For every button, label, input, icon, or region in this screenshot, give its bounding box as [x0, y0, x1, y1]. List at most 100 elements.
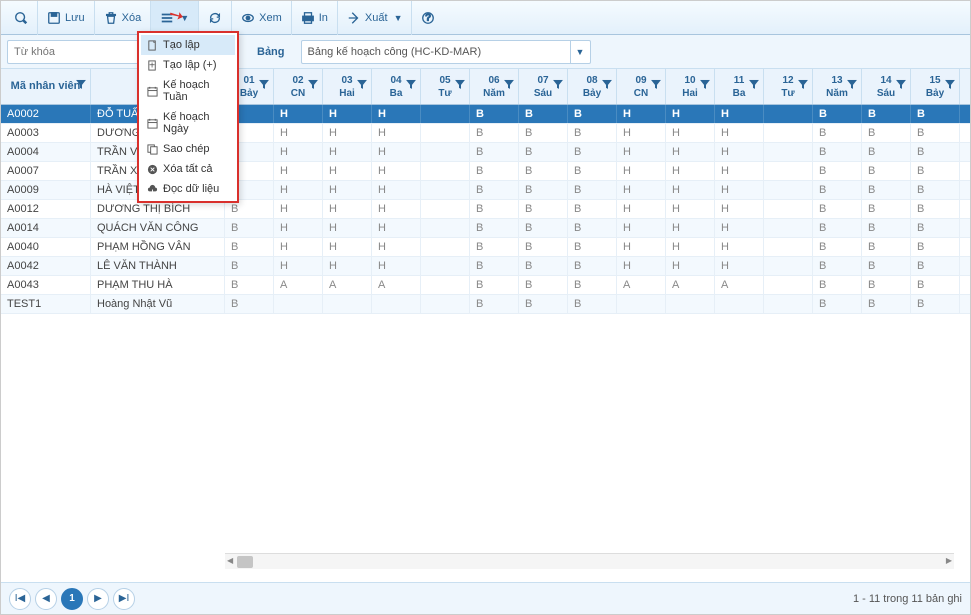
- cell-day[interactable]: B: [862, 200, 911, 218]
- cell-day[interactable]: H: [617, 200, 666, 218]
- cell-day[interactable]: B: [911, 276, 960, 294]
- cell-day[interactable]: [764, 162, 813, 180]
- cell-day[interactable]: B: [862, 219, 911, 237]
- cell-day[interactable]: B: [519, 238, 568, 256]
- horizontal-scrollbar[interactable]: [225, 553, 954, 569]
- export-button[interactable]: Xuất▼: [338, 1, 413, 35]
- cell-day[interactable]: [421, 295, 470, 313]
- cell-day[interactable]: B: [225, 238, 274, 256]
- cell-day[interactable]: H: [617, 105, 666, 123]
- cell-day[interactable]: A: [666, 276, 715, 294]
- menu-item-0[interactable]: Tạo lập: [141, 35, 235, 55]
- cell-day[interactable]: H: [666, 219, 715, 237]
- cell-day[interactable]: B: [568, 181, 617, 199]
- cell-day[interactable]: H: [274, 124, 323, 142]
- header-day-03[interactable]: 03Hai: [323, 69, 372, 104]
- cell-day[interactable]: B: [568, 238, 617, 256]
- cell-day[interactable]: H: [323, 257, 372, 275]
- header-day-05[interactable]: 05Tư: [421, 69, 470, 104]
- cell-day[interactable]: H: [372, 162, 421, 180]
- header-day-10[interactable]: 10Hai: [666, 69, 715, 104]
- cell-day[interactable]: [715, 295, 764, 313]
- cell-day[interactable]: H: [715, 200, 764, 218]
- cell-day[interactable]: H: [372, 124, 421, 142]
- cell-day[interactable]: H: [372, 238, 421, 256]
- cell-day[interactable]: [421, 162, 470, 180]
- cell-day[interactable]: H: [715, 238, 764, 256]
- filter-icon[interactable]: [308, 79, 318, 93]
- cell-day[interactable]: H: [666, 181, 715, 199]
- cell-day[interactable]: H: [323, 143, 372, 161]
- cell-day[interactable]: H: [372, 257, 421, 275]
- cell-day[interactable]: B: [225, 276, 274, 294]
- cell-day[interactable]: B: [568, 105, 617, 123]
- schedule-combo[interactable]: Bảng kế hoạch công (HC-KD-MAR) ▼: [301, 40, 591, 64]
- filter-icon[interactable]: [651, 79, 661, 93]
- cell-day[interactable]: H: [666, 162, 715, 180]
- cell-day[interactable]: B: [911, 238, 960, 256]
- cell-day[interactable]: [421, 181, 470, 199]
- table-row[interactable]: A0040PHẠM HỒNG VÂNBHHHBBBHHHBBB: [1, 238, 970, 257]
- cell-day[interactable]: H: [323, 200, 372, 218]
- filter-icon[interactable]: [76, 79, 86, 93]
- cell-day[interactable]: H: [715, 181, 764, 199]
- filter-icon[interactable]: [896, 79, 906, 93]
- cell-day[interactable]: B: [911, 200, 960, 218]
- filter-icon[interactable]: [700, 79, 710, 93]
- cell-day[interactable]: H: [715, 105, 764, 123]
- cell-day[interactable]: H: [323, 219, 372, 237]
- cell-day[interactable]: [421, 276, 470, 294]
- cell-day[interactable]: H: [715, 143, 764, 161]
- cell-day[interactable]: H: [715, 219, 764, 237]
- cell-day[interactable]: B: [568, 219, 617, 237]
- cell-day[interactable]: B: [911, 162, 960, 180]
- cell-day[interactable]: B: [911, 257, 960, 275]
- cell-day[interactable]: B: [862, 124, 911, 142]
- cell-day[interactable]: B: [470, 257, 519, 275]
- cell-day[interactable]: B: [568, 295, 617, 313]
- cell-day[interactable]: [764, 295, 813, 313]
- cell-day[interactable]: [764, 200, 813, 218]
- cell-day[interactable]: H: [274, 257, 323, 275]
- cell-day[interactable]: A: [274, 276, 323, 294]
- cell-day[interactable]: B: [813, 200, 862, 218]
- table-row[interactable]: TEST1Hoàng Nhật VũBBBBBBB: [1, 295, 970, 314]
- filter-icon[interactable]: [357, 79, 367, 93]
- menu-item-6[interactable]: Đọc dữ liệu: [141, 179, 235, 199]
- cell-day[interactable]: B: [813, 105, 862, 123]
- cell-day[interactable]: B: [568, 257, 617, 275]
- cell-day[interactable]: [764, 143, 813, 161]
- pager-last[interactable]: ▶I: [113, 588, 135, 610]
- cell-day[interactable]: B: [568, 143, 617, 161]
- cell-day[interactable]: B: [519, 105, 568, 123]
- scrollbar-thumb[interactable]: [237, 556, 253, 568]
- cell-day[interactable]: B: [470, 219, 519, 237]
- cell-day[interactable]: H: [274, 200, 323, 218]
- cell-day[interactable]: H: [666, 105, 715, 123]
- cell-day[interactable]: B: [813, 181, 862, 199]
- cell-day[interactable]: B: [911, 105, 960, 123]
- cell-day[interactable]: [666, 295, 715, 313]
- menu-item-3[interactable]: Kế hoạch Ngày: [141, 107, 235, 139]
- cell-day[interactable]: B: [862, 257, 911, 275]
- cell-day[interactable]: B: [813, 124, 862, 142]
- menu-item-2[interactable]: Kế hoạch Tuần: [141, 75, 235, 107]
- cell-day[interactable]: B: [519, 219, 568, 237]
- table-row[interactable]: A0042LÊ VĂN THÀNHBHHHBBBHHHBBB: [1, 257, 970, 276]
- refresh-button[interactable]: [199, 1, 232, 35]
- cell-day[interactable]: [421, 219, 470, 237]
- pager-first[interactable]: I◀: [9, 588, 31, 610]
- cell-day[interactable]: B: [813, 276, 862, 294]
- cell-day[interactable]: H: [323, 105, 372, 123]
- header-emp-id[interactable]: Mã nhân viên: [1, 69, 91, 104]
- header-day-12[interactable]: 12Tư: [764, 69, 813, 104]
- header-day-06[interactable]: 06Năm: [470, 69, 519, 104]
- filter-icon[interactable]: [945, 79, 955, 93]
- cell-day[interactable]: H: [372, 143, 421, 161]
- cell-day[interactable]: B: [568, 276, 617, 294]
- header-day-11[interactable]: 11Ba: [715, 69, 764, 104]
- header-day-15[interactable]: 15Bảy: [911, 69, 960, 104]
- cell-day[interactable]: B: [911, 219, 960, 237]
- cell-day[interactable]: H: [372, 200, 421, 218]
- pager-next[interactable]: ▶: [87, 588, 109, 610]
